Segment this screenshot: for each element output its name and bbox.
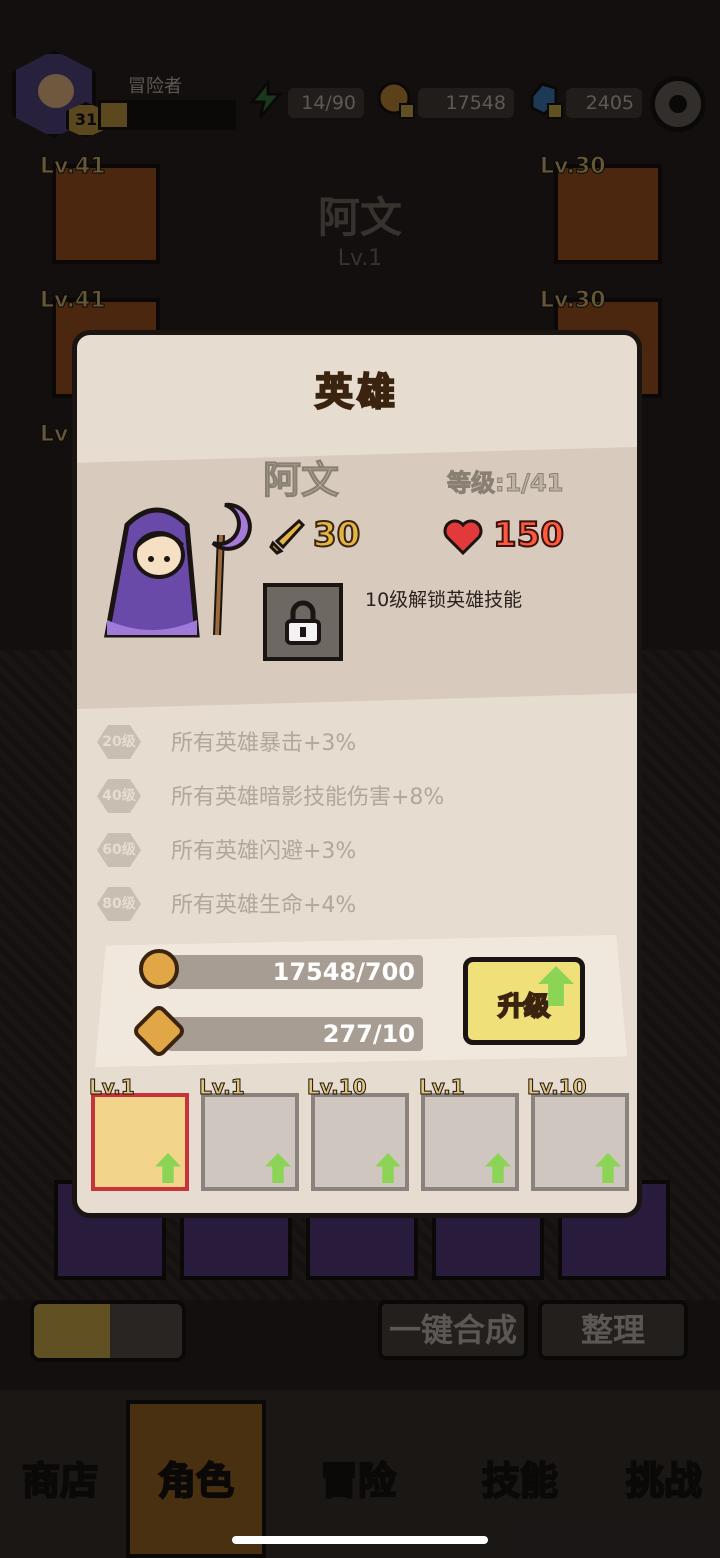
equip-slot-level: Lv.41: [40, 288, 107, 314]
bonus-level-badge: 80级: [97, 887, 141, 921]
attack-value: 30: [312, 514, 361, 556]
bonus-level-badge: 20级: [97, 725, 141, 759]
equip-slot-weapon[interactable]: [52, 164, 160, 264]
hero-skill-slot[interactable]: [263, 583, 343, 661]
gold-cost-bar: 17548/700: [167, 955, 423, 989]
energy-icon: [248, 80, 284, 119]
hero-card-level: Lv.10: [307, 1075, 368, 1100]
bonus-text: 所有英雄暴击+3%: [171, 731, 357, 756]
equip-slot-level: Lv.30: [540, 288, 607, 314]
player-name: 冒险者: [128, 76, 182, 97]
bonus-row: 20级 所有英雄暴击+3%: [97, 723, 617, 759]
hero-select-row: Lv.1 Lv.1 Lv.10 Lv.1 Lv.10: [89, 1075, 631, 1195]
heart-icon: [443, 519, 483, 555]
settings-gear-icon[interactable]: [650, 76, 706, 132]
equip-slot-helmet[interactable]: [554, 164, 662, 264]
hero-modal: 英雄 阿文 等级:1/41 30 150 10级解锁英雄技能 20级 所有英雄暴…: [72, 330, 642, 1218]
bonus-row: 40级 所有英雄暗影技能伤害+8%: [97, 777, 617, 813]
hero-card-elf[interactable]: [311, 1093, 409, 1191]
hero-card-witch[interactable]: [531, 1093, 629, 1191]
nav-challenge[interactable]: 挑战: [614, 1450, 714, 1505]
bonus-row: 80级 所有英雄生命+4%: [97, 885, 617, 921]
shard-cost-bar: 277/10: [167, 1017, 423, 1051]
bonus-text: 所有英雄暗影技能伤害+8%: [171, 785, 445, 810]
lock-icon: [285, 600, 321, 645]
upgrade-arrow-icon: [485, 1153, 511, 1183]
gold-value: 17548: [418, 88, 514, 118]
bonus-level-badge: 40级: [97, 779, 141, 813]
upgrade-arrow-icon: [265, 1153, 291, 1183]
xp-fill: [101, 103, 128, 127]
nav-skills[interactable]: 技能: [470, 1450, 570, 1505]
nav-shop[interactable]: 商店: [10, 1450, 110, 1505]
upgrade-arrow-icon: [595, 1153, 621, 1183]
gem-icon[interactable]: [524, 80, 564, 120]
hp-value: 150: [492, 514, 565, 556]
modal-hero-level: 等级:1/41: [446, 469, 564, 498]
upgrade-arrow-icon: [375, 1153, 401, 1183]
avatar-face-icon: [38, 74, 74, 108]
top-bar: 31 冒险者 14/90 17548 2405: [0, 40, 720, 140]
toggle-hero-icon[interactable]: [34, 1304, 110, 1358]
hero-card-pirate[interactable]: [201, 1093, 299, 1191]
modal-title: 英雄: [314, 369, 399, 415]
equip-slot-level: Lv: [39, 422, 69, 448]
attack-sword-icon: [269, 519, 305, 555]
bonus-text: 所有英雄闪避+3%: [171, 839, 357, 864]
upgrade-label: 升级: [497, 991, 551, 1023]
hero-card-level: Lv.1: [89, 1075, 136, 1100]
nav-character[interactable]: 角色: [146, 1450, 246, 1505]
skill-unlock-hint: 10级解锁英雄技能: [365, 589, 523, 611]
home-indicator[interactable]: [232, 1536, 488, 1544]
sort-button[interactable]: 整理: [538, 1300, 688, 1360]
hero-card-level: Lv.1: [199, 1075, 246, 1100]
upgrade-arrow-icon: [155, 1153, 181, 1183]
merge-all-button[interactable]: 一键合成: [378, 1300, 528, 1360]
xp-bar: [98, 100, 236, 130]
bonus-row: 60级 所有英雄闪避+3%: [97, 831, 617, 867]
mage-hero-portrait: [104, 502, 252, 638]
nav-adventure[interactable]: 冒险: [308, 1450, 408, 1505]
gem-value: 2405: [566, 88, 642, 118]
equip-slot-level: Lv.30: [540, 154, 607, 180]
hero-card-mage[interactable]: [91, 1093, 189, 1191]
bonus-text: 所有英雄生命+4%: [171, 893, 357, 918]
upgrade-button[interactable]: 升级: [463, 957, 585, 1045]
equip-slot-level: Lv.41: [40, 154, 107, 180]
hero-card-level: Lv.10: [527, 1075, 588, 1100]
gold-coin-icon: [139, 949, 179, 989]
gold-coin-icon[interactable]: [376, 80, 416, 120]
modal-hero-name: 阿文: [262, 458, 340, 503]
hero-card-level: Lv.1: [419, 1075, 466, 1100]
view-toggle[interactable]: [30, 1300, 186, 1362]
energy-value: 14/90: [288, 88, 364, 118]
hero-card-demon[interactable]: [421, 1093, 519, 1191]
bonus-level-badge: 60级: [97, 833, 141, 867]
